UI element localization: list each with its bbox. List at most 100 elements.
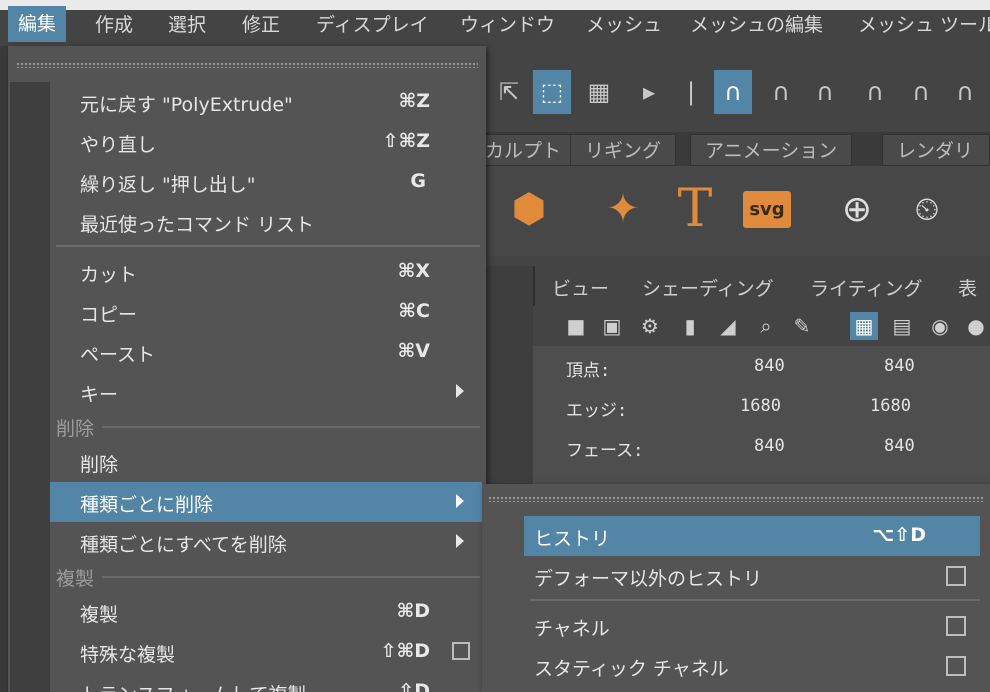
menubar-edit-mesh[interactable]: メッシュの編集 xyxy=(690,10,823,37)
type-tool-icon[interactable]: T xyxy=(664,178,726,240)
menu-item-duplicate-with-transform[interactable]: トランスフォームして複製 ⇧D xyxy=(50,672,482,692)
submenu-separator xyxy=(530,599,980,601)
submenu-item-static-channels[interactable]: スタティック チャネル xyxy=(524,646,980,686)
viewport-menu-lighting[interactable]: ライティング xyxy=(810,274,922,301)
submenu-tearoff[interactable] xyxy=(488,496,984,502)
menu-section-delete: 削除 xyxy=(56,418,95,440)
menu-item-label: トランスフォームして複製 xyxy=(80,680,306,692)
shelf-tab-sculpt[interactable]: カルプト xyxy=(478,134,577,166)
menu-item-label: ペースト xyxy=(80,344,156,366)
snap-to-projected-center-icon[interactable]: ∩ xyxy=(856,70,894,114)
menubar-edit[interactable]: 編集 xyxy=(8,6,67,42)
menu-item-label: カット xyxy=(80,264,138,286)
svg-tool-icon[interactable]: svg xyxy=(736,178,798,240)
resolution-gate-icon[interactable]: ◉ xyxy=(926,312,954,340)
make-live-icon[interactable]: ∩ xyxy=(946,70,984,114)
menu-item-shortcut: ⌘Z xyxy=(398,90,430,112)
menubar-create[interactable]: 作成 xyxy=(95,10,133,37)
submenu-arrow-icon xyxy=(456,384,464,398)
edit-menu-gutter xyxy=(10,82,50,692)
gate-mask-icon[interactable]: ● xyxy=(962,312,990,340)
menubar-select[interactable]: 選択 xyxy=(168,10,206,37)
option-box-icon[interactable] xyxy=(452,642,470,660)
menu-item-duplicate[interactable]: 複製 ⌘D xyxy=(50,592,482,632)
menu-item-label: 複製 xyxy=(80,604,119,626)
menu-item-label: コピー xyxy=(80,304,138,326)
menu-item-label: 最近使ったコマンド リスト xyxy=(80,214,315,236)
menu-item-paste[interactable]: ペースト ⌘V xyxy=(50,332,482,372)
snap-to-point-icon[interactable]: ∩ xyxy=(806,70,844,114)
select-by-component-icon[interactable]: ▦ xyxy=(580,70,618,114)
menu-item-label: やり直し xyxy=(80,134,157,156)
sparkle-shape-icon[interactable]: ✦ xyxy=(592,178,654,240)
option-box-icon[interactable] xyxy=(946,616,966,636)
submenu-item-channels[interactable]: チャネル xyxy=(524,606,980,646)
hud-edges-value-selected: 1680 xyxy=(870,396,911,416)
menu-item-undo[interactable]: 元に戻す "PolyExtrude" ⌘Z xyxy=(50,82,482,122)
svg-tool-label: svg xyxy=(743,190,791,228)
menubar-windows[interactable]: ウィンドウ xyxy=(460,10,555,37)
menubar-display[interactable]: ディスプレイ xyxy=(316,10,429,37)
lock-camera-icon[interactable]: ▣ xyxy=(598,312,626,340)
submenu-item-history[interactable]: ヒストリ ⌥⇧D xyxy=(524,516,980,556)
viewport-menu-view[interactable]: ビュー xyxy=(552,274,609,301)
submenu-item-shortcut: ⌥⇧D xyxy=(872,524,926,546)
toolbar-divider-arrow-icon: ▸ xyxy=(642,78,656,106)
menu-item-copy[interactable]: コピー ⌘C xyxy=(50,292,482,332)
menu-item-label: 種類ごとに削除 xyxy=(80,494,214,516)
menu-separator xyxy=(56,245,480,247)
menu-item-shortcut: ⇧⌘D xyxy=(380,640,430,662)
platonic-solid-icon[interactable]: ⬢ xyxy=(498,178,560,240)
locator-icon[interactable]: ⊕ xyxy=(826,178,888,240)
shelf-tab-rendering[interactable]: レンダリン xyxy=(882,134,990,194)
hud-vertices-value-selected: 840 xyxy=(884,356,915,376)
camera-icon[interactable]: ■ xyxy=(562,312,590,340)
2d-pan-zoom-icon[interactable]: ⌕ xyxy=(752,312,780,340)
grease-pencil-icon[interactable]: ✎ xyxy=(788,312,816,340)
menu-item-redo[interactable]: やり直し ⇧⌘Z xyxy=(50,122,482,162)
select-by-object-icon[interactable]: ⬚ xyxy=(533,70,571,114)
viewport-menu-shading[interactable]: シェーディング xyxy=(642,274,774,301)
menu-item-delete[interactable]: 削除 xyxy=(50,442,482,482)
snap-to-grid-icon[interactable]: ∩ xyxy=(714,70,752,114)
menu-item-keys[interactable]: キー xyxy=(50,372,482,412)
menu-section-duplicate: 複製 xyxy=(56,568,95,590)
image-plane-icon[interactable]: ◢ xyxy=(714,312,742,340)
menu-item-delete-all-by-type[interactable]: 種類ごとにすべてを削除 xyxy=(50,522,482,562)
submenu-item-label: チャネル xyxy=(534,618,610,640)
toolbar-separator-icon: | xyxy=(686,78,696,106)
menubar-modify[interactable]: 修正 xyxy=(242,10,280,37)
menu-item-label: 種類ごとにすべてを削除 xyxy=(80,534,287,556)
camera-attributes-icon[interactable]: ⚙ xyxy=(636,312,664,340)
submenu-item-non-deformer-history[interactable]: デフォーマ以外のヒストリ xyxy=(524,556,980,596)
shelf-tab-rigging[interactable]: リギング xyxy=(570,134,677,166)
menu-item-shortcut: ⌘V xyxy=(397,340,430,362)
menu-item-delete-by-type[interactable]: 種類ごとに削除 xyxy=(50,482,482,522)
menu-item-cut[interactable]: カット ⌘X xyxy=(50,252,482,292)
menubar-mesh-tools[interactable]: メッシュ ツール xyxy=(858,10,990,37)
option-box-icon[interactable] xyxy=(946,566,966,586)
hud-faces-value-selected: 840 xyxy=(884,436,915,456)
menu-section-line xyxy=(102,426,480,428)
menubar-mesh[interactable]: メッシュ xyxy=(586,10,662,37)
menu-item-shortcut: ⇧⌘Z xyxy=(382,130,430,152)
menu-item-repeat[interactable]: 繰り返し "押し出し" G xyxy=(50,162,482,202)
hud-edges-value: 1680 xyxy=(740,396,781,416)
snap-to-view-plane-icon[interactable]: ∩ xyxy=(902,70,940,114)
select-by-hierarchy-icon[interactable]: ⇱ xyxy=(490,70,528,114)
snap-to-curve-icon[interactable]: ∩ xyxy=(762,70,800,114)
timer-delete-icon[interactable]: ⏲ xyxy=(896,178,958,240)
edit-menu-tearoff[interactable] xyxy=(16,62,478,68)
film-gate-icon[interactable]: ▤ xyxy=(888,312,916,340)
menu-item-label: 削除 xyxy=(80,454,119,476)
shelf-tab-animation[interactable]: アニメーション xyxy=(690,134,853,166)
hud-faces-label: フェース: xyxy=(566,441,644,461)
menu-item-shortcut: ⌘D xyxy=(396,600,430,622)
bookmark-icon[interactable]: ▮ xyxy=(676,312,704,340)
menu-item-recent-commands[interactable]: 最近使ったコマンド リスト xyxy=(50,202,482,242)
menu-item-label: キー xyxy=(80,384,119,406)
option-box-icon[interactable] xyxy=(946,656,966,676)
menu-item-duplicate-special[interactable]: 特殊な複製 ⇧⌘D xyxy=(50,632,482,672)
grid-icon[interactable]: ▦ xyxy=(850,312,878,340)
submenu-gutter xyxy=(482,512,524,692)
